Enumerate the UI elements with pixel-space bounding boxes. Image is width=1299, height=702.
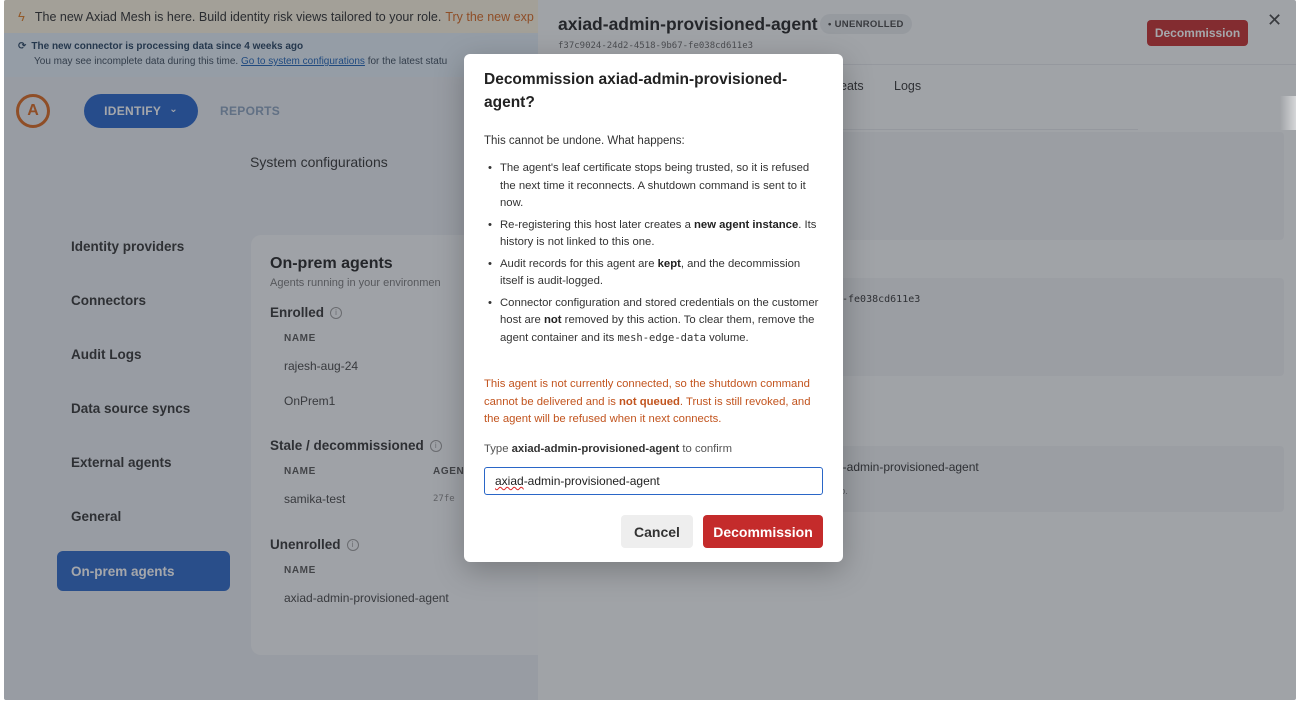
confirm-decommission-button[interactable]: Decommission <box>703 515 823 548</box>
list-item: Audit records for this agent are kept, a… <box>484 256 826 291</box>
confirm-label-text: Type <box>484 443 512 455</box>
warning-bold: not queued <box>619 395 680 408</box>
bullet-text: volume. <box>705 331 749 344</box>
list-item: Connector configuration and stored crede… <box>484 295 826 348</box>
list-item: The agent's leaf certificate stops being… <box>484 160 826 213</box>
confirm-label-name: axiad-admin-provisioned-agent <box>511 443 680 455</box>
confirm-name-input[interactable]: axiad -admin-provisioned-agent <box>484 467 823 495</box>
input-value-flagged: axiad <box>495 474 524 488</box>
bullet-text: The agent's leaf certificate stops being… <box>500 162 810 209</box>
list-item: Re-registering this host later creates a… <box>484 217 826 252</box>
offline-warning: This agent is not currently connected, s… <box>484 376 826 429</box>
bullet-text: Audit records for this agent are <box>500 257 658 270</box>
dialog-lead: This cannot be undone. What happens: <box>484 135 685 147</box>
bullet-bold: kept <box>657 257 681 270</box>
app-frame: ϟ The new Axiad Mesh is here. Build iden… <box>4 0 1296 700</box>
bullet-text: Re-registering this host later creates a <box>500 218 695 231</box>
consequence-list: The agent's leaf certificate stops being… <box>484 160 826 351</box>
bullet-code: mesh-edge-data <box>617 331 706 344</box>
bullet-bold: new agent instance <box>694 218 799 231</box>
bullet-bold: not <box>543 314 562 326</box>
scroll-shade <box>1280 96 1296 130</box>
confirm-label-text: to confirm <box>679 443 732 455</box>
input-value: -admin-provisioned-agent <box>523 474 660 488</box>
confirm-label: Type axiad-admin-provisioned-agent to co… <box>484 443 732 455</box>
cancel-button[interactable]: Cancel <box>621 515 693 548</box>
decommission-dialog: Decommission axiad-admin-provisioned-age… <box>464 54 843 562</box>
dialog-title: Decommission axiad-admin-provisioned-age… <box>484 71 788 111</box>
